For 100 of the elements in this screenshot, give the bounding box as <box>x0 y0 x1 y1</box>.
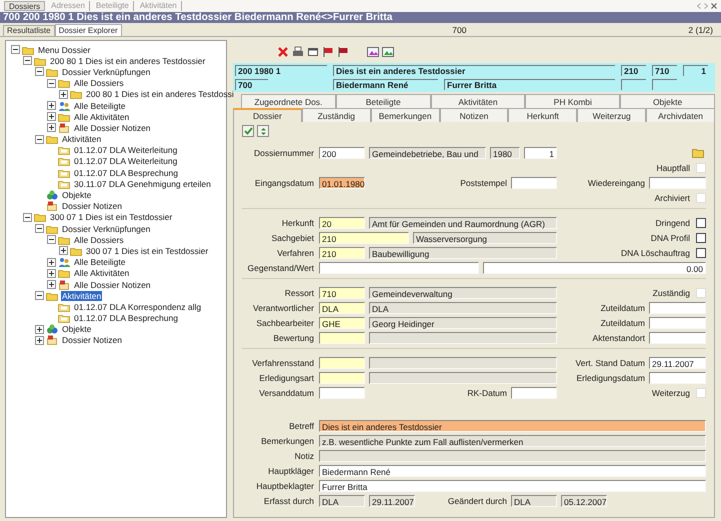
tree-item[interactable]: 300 07 1 Dies ist ein Testdossier <box>85 246 210 256</box>
input-field[interactable] <box>649 332 706 344</box>
plus-box-icon[interactable] <box>47 112 56 122</box>
input-field[interactable]: 210 <box>319 246 365 258</box>
tree-item[interactable]: Objekte <box>61 190 92 200</box>
input-field[interactable]: Wasserversorgung <box>413 232 557 244</box>
input-field[interactable] <box>369 356 557 368</box>
plus-box-icon[interactable] <box>59 90 68 99</box>
minus-box-icon[interactable] <box>35 134 44 144</box>
plus-box-icon[interactable] <box>47 101 56 110</box>
input-field[interactable] <box>369 372 557 384</box>
tree-item[interactable]: Dossier Verknüpfungen <box>61 224 152 234</box>
tab[interactable]: PH Kombi <box>525 94 620 108</box>
tree-item[interactable]: Alle Dossier Notizen <box>73 280 152 290</box>
tree-item[interactable]: Alle Beteiligte <box>73 257 127 268</box>
input-field[interactable]: 1980 <box>490 146 520 158</box>
input-field[interactable]: Furrer Britta <box>319 480 706 492</box>
save-button[interactable] <box>242 125 254 137</box>
tab[interactable]: Notizen <box>440 108 508 122</box>
flag-icon[interactable] <box>322 46 334 58</box>
input-field[interactable]: 710 <box>319 286 365 298</box>
input-field[interactable]: GHE <box>319 316 365 328</box>
toggle-button[interactable] <box>257 125 269 137</box>
minus-box-icon[interactable] <box>23 56 32 66</box>
checkbox[interactable] <box>696 232 706 242</box>
tab[interactable]: Archivdaten <box>646 108 716 122</box>
plus-box-icon[interactable] <box>47 258 56 267</box>
picture-icon[interactable] <box>382 46 394 58</box>
input-field[interactable]: 0.00 <box>483 262 706 274</box>
minus-box-icon[interactable] <box>11 45 20 54</box>
close-icon[interactable] <box>711 3 717 9</box>
plus-box-icon[interactable] <box>47 280 56 290</box>
tree-item[interactable]: 200 80 1 Dies ist ein anderes Testdossier <box>49 56 206 66</box>
input-field[interactable] <box>369 332 557 344</box>
delete-icon[interactable] <box>277 46 289 58</box>
tree-item[interactable]: Objekte <box>61 324 92 334</box>
tab[interactable]: Dossier <box>233 108 302 122</box>
app-tab[interactable]: Dossiers <box>4 1 46 11</box>
view-tab[interactable]: Dossier Explorer <box>54 24 122 36</box>
input-field[interactable]: 29.11.2007 <box>649 356 706 368</box>
plus-box-icon[interactable] <box>35 336 44 345</box>
tab[interactable]: Weiterzug <box>577 108 646 122</box>
input-field[interactable]: Gemeindebetriebe, Bau und <box>369 146 486 158</box>
input-field[interactable] <box>511 386 557 398</box>
plus-box-icon[interactable] <box>47 268 56 278</box>
tree-item[interactable]: 01.12.07 DLA Besprechung <box>73 313 179 324</box>
minus-box-icon[interactable] <box>35 67 44 76</box>
tree-item[interactable]: Alle Beteiligte <box>73 100 127 111</box>
picture-icon[interactable] <box>367 46 379 58</box>
tree-item[interactable]: 30.11.07 DLA Genehmigung erteilen <box>73 178 212 189</box>
checkbox[interactable] <box>696 248 706 258</box>
input-field[interactable] <box>319 356 365 368</box>
tab[interactable]: Herkunft <box>508 108 578 122</box>
tree-item[interactable]: Aktivitäten <box>61 134 102 144</box>
input-field[interactable]: 29.11.2007 <box>369 494 415 506</box>
tree-item[interactable]: Alle Aktivitäten <box>73 268 130 278</box>
tab[interactable]: Objekte <box>620 94 715 108</box>
input-field[interactable] <box>319 262 479 274</box>
input-field[interactable] <box>649 176 706 188</box>
minus-box-icon[interactable] <box>35 224 44 234</box>
minus-box-icon[interactable] <box>47 235 56 244</box>
tree-item[interactable]: 01.12.07 DLA Korrespondenz allg <box>73 302 202 312</box>
tree-item[interactable]: Dossier Notizen <box>61 335 123 346</box>
view-tab[interactable]: Resultatliste <box>3 25 55 36</box>
input-field[interactable]: Gemeindeverwaltung <box>369 286 557 298</box>
tree-item[interactable]: 300 07 1 Dies ist ein Testdossier <box>49 212 174 222</box>
plus-box-icon[interactable] <box>59 246 68 256</box>
tab[interactable]: Beteiligte <box>336 94 431 108</box>
input-field[interactable]: 05.12.2007 <box>561 494 607 506</box>
minus-box-icon[interactable] <box>23 212 32 222</box>
plus-box-icon[interactable] <box>35 324 44 334</box>
input-field[interactable]: DLA <box>369 302 557 314</box>
input-field[interactable] <box>319 372 365 384</box>
input-field[interactable]: Baubewilligung <box>369 246 557 258</box>
input-field[interactable]: 20 <box>319 216 365 228</box>
minus-box-icon[interactable] <box>35 291 44 300</box>
input-field[interactable] <box>511 176 557 188</box>
input-field[interactable]: DLA <box>319 494 365 506</box>
plus-box-icon[interactable] <box>47 123 56 132</box>
input-field[interactable]: Georg Heidinger <box>369 316 557 328</box>
tree-item[interactable]: 01.12.07 DLA Besprechung <box>73 168 179 178</box>
tree-item[interactable]: 01.12.07 DLA Weiterleitung <box>73 145 178 156</box>
tree-item[interactable]: Alle Dossiers <box>73 78 125 88</box>
input-field[interactable] <box>649 302 706 314</box>
input-field[interactable]: Biedermann René <box>319 464 706 476</box>
input-field[interactable]: 200 <box>319 146 365 158</box>
input-field[interactable]: DLA <box>511 494 557 506</box>
input-field[interactable] <box>649 372 706 384</box>
input-field[interactable]: Dies ist ein anderes Testdossier <box>319 420 706 432</box>
checkbox[interactable] <box>696 218 706 228</box>
input-field[interactable] <box>319 332 365 344</box>
tab[interactable]: Zuständig <box>302 108 371 122</box>
tab[interactable]: Bemerkungen <box>370 108 440 122</box>
flag-icon[interactable] <box>337 46 349 58</box>
printer-icon[interactable] <box>292 46 304 58</box>
tab[interactable]: Zugeordnete Dos. <box>241 94 336 108</box>
tree-item[interactable]: 200 80 1 Dies ist ein anderes Testdossi <box>85 89 235 100</box>
tree-item[interactable]: Alle Dossier Notizen <box>73 122 152 133</box>
input-field[interactable] <box>649 316 706 328</box>
input-field[interactable]: 1 <box>524 146 557 158</box>
